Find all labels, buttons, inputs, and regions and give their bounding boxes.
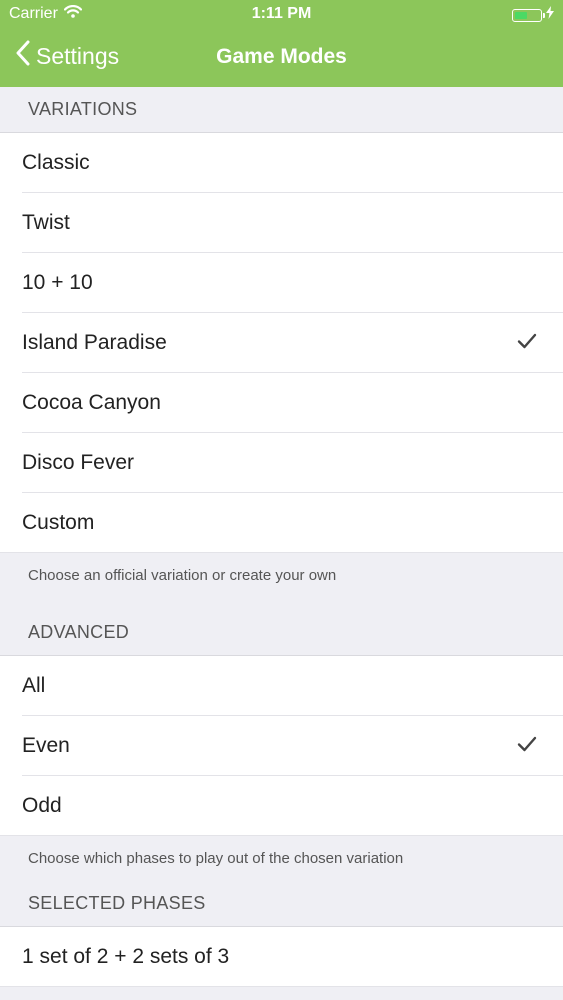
variation-row[interactable]: Classic <box>0 133 563 193</box>
status-time: 1:11 PM <box>251 5 312 22</box>
charging-bolt-icon <box>546 6 554 24</box>
variation-label: Twist <box>22 211 70 234</box>
advanced-footer: Choose which phases to play out of the c… <box>28 850 404 867</box>
advanced-option-label: Odd <box>22 794 62 817</box>
advanced-option-row[interactable]: Odd <box>0 776 563 836</box>
phase-label: 1 set of 2 + 2 sets of 3 <box>22 945 230 968</box>
variation-label: Cocoa Canyon <box>22 391 161 414</box>
checkmark-icon <box>517 331 537 355</box>
advanced-option-label: All <box>22 674 46 697</box>
phase-row[interactable]: 1 set of 2 + 2 sets of 3 <box>0 927 563 987</box>
advanced-option-row[interactable]: All <box>0 656 563 716</box>
variation-row[interactable]: Twist <box>0 193 563 253</box>
variations-group: Classic Twist 10 + 10 Island Paradise Cocoa … <box>0 133 563 553</box>
battery-icon <box>512 8 545 22</box>
selected-phases-group: 1 set of 2 + 2 sets of 3 <box>0 927 563 987</box>
variation-label: Classic <box>22 151 90 174</box>
variation-label: Disco Fever <box>22 451 135 474</box>
selected-phases-header: SELECTED PHASES <box>0 881 563 927</box>
variation-row[interactable]: Disco Fever <box>0 433 563 493</box>
variation-row[interactable]: 10 + 10 <box>0 253 563 313</box>
variation-row[interactable]: Cocoa Canyon <box>0 373 563 433</box>
page-title: Game Modes <box>216 45 347 68</box>
settings-list: VARIATIONS Classic Twist 10 + 10 Island Par… <box>0 87 563 987</box>
advanced-option-label: Even <box>22 734 70 757</box>
variation-row[interactable]: Custom <box>0 493 563 553</box>
advanced-group: All Even Odd <box>0 656 563 836</box>
variation-row[interactable]: Island Paradise <box>0 313 563 373</box>
advanced-option-row[interactable]: Even <box>0 716 563 776</box>
variation-label: Island Paradise <box>22 331 167 354</box>
variation-label: 10 + 10 <box>22 271 93 294</box>
variations-header: VARIATIONS <box>0 87 563 133</box>
status-bar: Carrier 1:11 PM <box>0 0 563 30</box>
checkmark-icon <box>517 734 537 758</box>
variation-label: Custom <box>22 511 95 534</box>
battery-indicator <box>512 6 554 24</box>
advanced-header: ADVANCED <box>0 610 563 656</box>
navigation-bar: Carrier 1:11 PM Settings Game Modes <box>0 0 563 87</box>
variations-footer: Choose an official variation or create y… <box>28 567 337 584</box>
